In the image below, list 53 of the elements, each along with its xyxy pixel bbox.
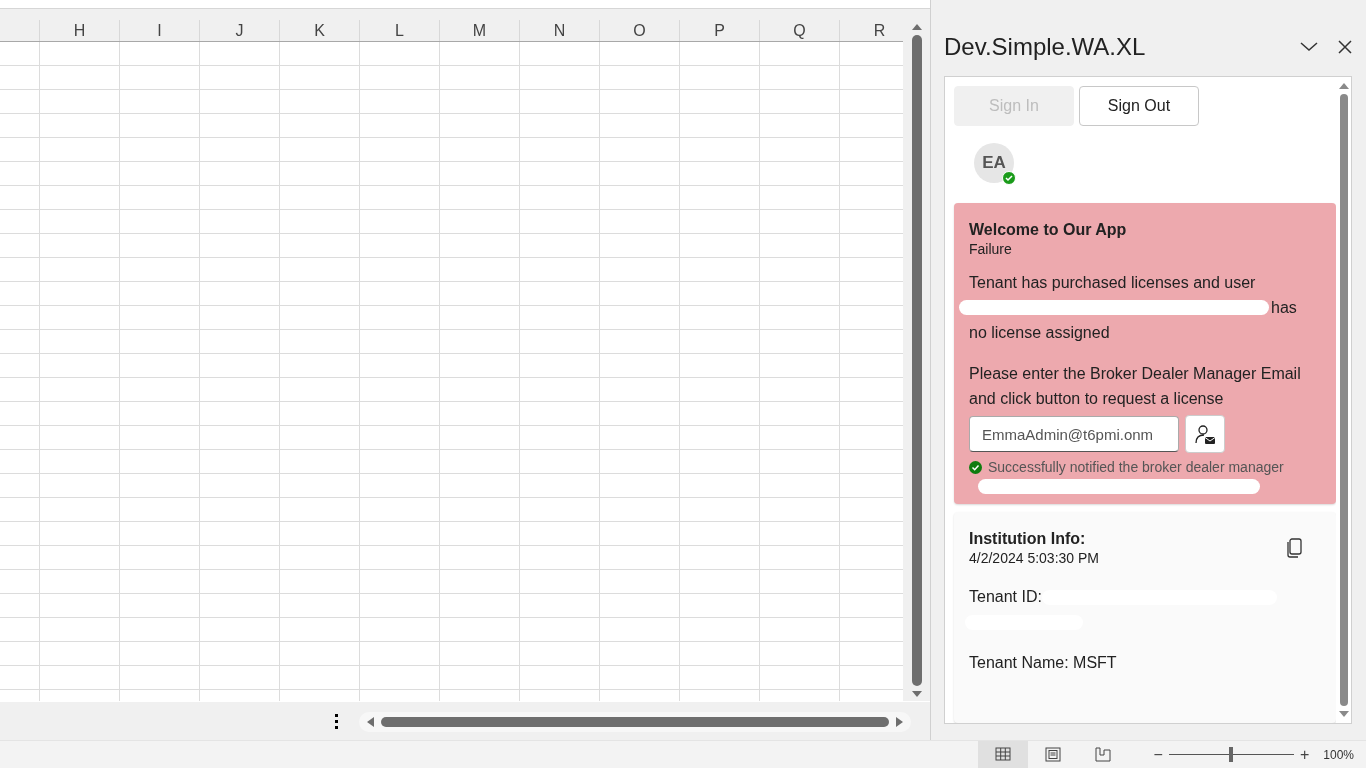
copy-icon bbox=[1286, 538, 1303, 559]
slider-thumb[interactable] bbox=[1229, 747, 1234, 762]
avatar-initials: EA bbox=[982, 152, 1006, 173]
scrollbar-thumb[interactable] bbox=[1339, 94, 1348, 706]
scroll-up-icon[interactable] bbox=[1337, 81, 1350, 90]
tenant-name-text: Tenant Name: MSFT bbox=[969, 653, 1118, 674]
pane-title: Dev.Simple.WA.XL bbox=[944, 33, 1147, 61]
more-options-icon[interactable] bbox=[334, 714, 339, 729]
column-header[interactable]: P bbox=[680, 20, 760, 41]
column-header[interactable]: J bbox=[200, 20, 280, 41]
scroll-down-icon[interactable] bbox=[1337, 710, 1350, 719]
timestamp-text: 4/2/2024 5:03:30 PM bbox=[969, 550, 1099, 567]
card-title: Institution Info: bbox=[969, 530, 1087, 549]
request-license-button[interactable] bbox=[1185, 415, 1225, 454]
scrollbar-thumb[interactable] bbox=[911, 35, 922, 686]
scrollbar-thumb[interactable] bbox=[381, 716, 889, 727]
message-text: no license assigned bbox=[969, 324, 1110, 342]
email-field[interactable]: EmmaAdmin@t6pmi.onm bbox=[969, 416, 1179, 453]
column-header[interactable]: N bbox=[520, 20, 600, 41]
zoom-out-button[interactable]: − bbox=[1149, 745, 1167, 764]
zoom-percentage[interactable]: 100% bbox=[1323, 747, 1354, 762]
column-header[interactable]: K bbox=[280, 20, 360, 41]
scroll-right-icon[interactable] bbox=[895, 715, 905, 728]
view-button[interactable] bbox=[977, 741, 1028, 768]
column-header[interactable]: Q bbox=[760, 20, 840, 41]
scroll-down-icon[interactable] bbox=[910, 690, 923, 699]
scroll-left-icon[interactable] bbox=[365, 715, 375, 728]
auth-button[interactable]: Sign Out bbox=[1079, 86, 1199, 126]
page-layout-icon bbox=[1044, 747, 1061, 762]
success-message: Successfully notified the broker dealer manager bbox=[988, 459, 1284, 476]
instruction-text: Please enter the Broker Dealer Manager Email and click button to request a license bbox=[969, 364, 1302, 410]
column-header[interactable]: I bbox=[120, 20, 200, 41]
collapse-button[interactable] bbox=[1300, 42, 1318, 52]
copy-button[interactable] bbox=[1286, 538, 1303, 559]
column-header[interactable]: H bbox=[40, 20, 120, 41]
tenant-id-label: Tenant ID: bbox=[969, 588, 1042, 606]
cell-grid[interactable] bbox=[0, 42, 903, 701]
column-header[interactable]: L bbox=[360, 20, 440, 41]
status-text: Failure bbox=[969, 241, 1013, 258]
user-mail-icon bbox=[1194, 423, 1216, 445]
column-header[interactable]: O bbox=[600, 20, 680, 41]
card-title: Welcome to Our App bbox=[969, 221, 1128, 240]
zoom-in-button[interactable]: + bbox=[1295, 745, 1314, 764]
close-icon bbox=[1338, 40, 1352, 54]
close-button[interactable] bbox=[1338, 40, 1352, 54]
chevron-icon bbox=[1300, 42, 1318, 52]
success-icon bbox=[969, 460, 982, 474]
scroll-up-icon[interactable] bbox=[910, 22, 923, 31]
column-header[interactable]: M bbox=[440, 20, 520, 41]
message-text: has bbox=[1271, 298, 1297, 319]
message-text: Tenant has purchased licenses and user bbox=[969, 274, 1256, 292]
page-break-icon bbox=[1094, 747, 1111, 762]
normal-view-icon bbox=[994, 747, 1011, 762]
